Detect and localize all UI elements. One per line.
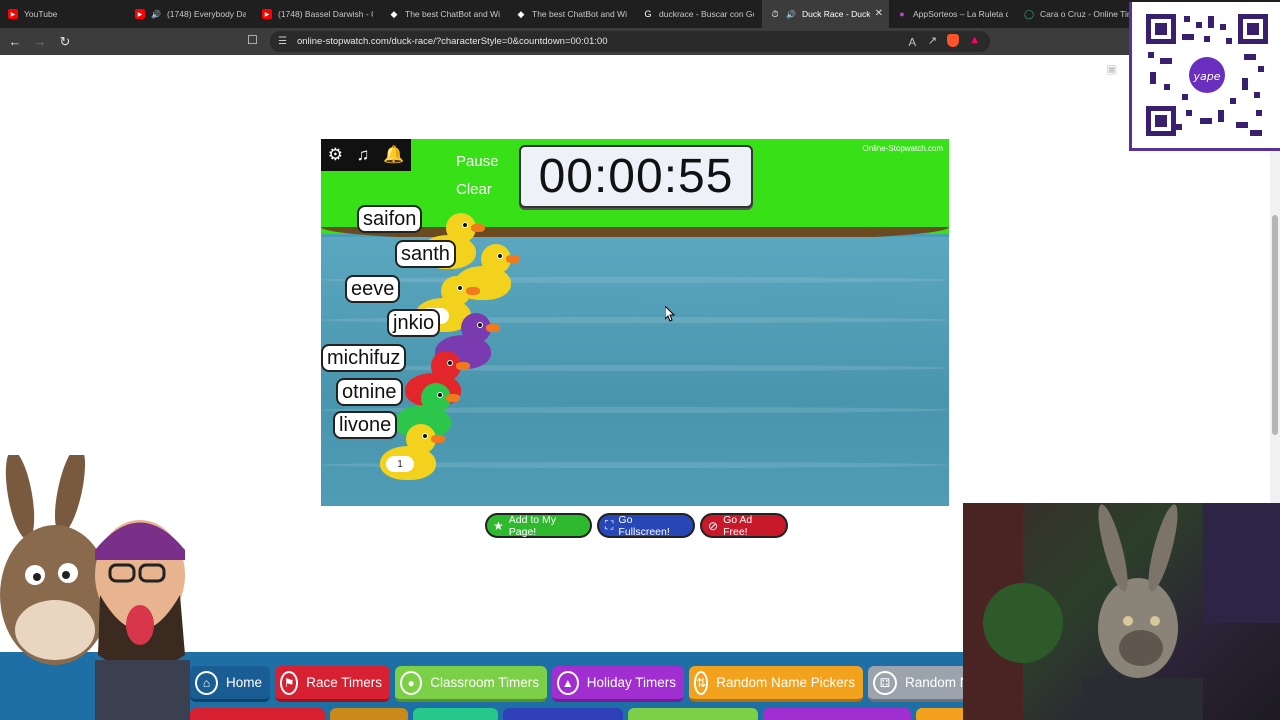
ad-free-label: Go Ad Free! bbox=[723, 513, 753, 538]
category-label: Holiday Timers bbox=[586, 675, 676, 690]
browser-tab[interactable]: Gduckrace - Buscar con Go bbox=[635, 0, 762, 28]
stopwatch-icon: ⏱ bbox=[771, 8, 779, 19]
browser-tab[interactable]: ◆ The best ChatBot and Wid bbox=[508, 0, 635, 28]
browser-tab[interactable]: ⏱ 🔊 Duck Race - Duck ✕ bbox=[762, 0, 889, 28]
no-ads-icon: ⊘ bbox=[708, 518, 719, 533]
mouse-cursor-icon bbox=[665, 306, 675, 322]
chatbot-icon: ◆ bbox=[390, 8, 398, 19]
youtube-icon: ▶ bbox=[8, 9, 18, 19]
category-class-button[interactable]: ● Classroom Timers bbox=[395, 666, 547, 702]
category-race-button[interactable]: ⚑ Race Timers bbox=[275, 666, 390, 702]
qr-code-overlay: yape bbox=[1129, 2, 1280, 151]
back-button[interactable]: ← bbox=[5, 32, 25, 52]
address-bar[interactable]: ☰ online-stopwatch.com/duck-race/?charac… bbox=[270, 31, 990, 52]
settings-icon[interactable]: ⚙ bbox=[328, 145, 343, 165]
category-nav: ⌂ Home ⚑ Race Timers ● Classroom Timers ▲ Holid… bbox=[190, 666, 978, 702]
scrollbar-thumb[interactable] bbox=[1272, 215, 1278, 435]
tab-label: Cara o Cruz - Online Tirar bbox=[1040, 9, 1135, 19]
add-to-page-label: Add to My Page! bbox=[508, 513, 557, 538]
browser-tab[interactable]: ● AppSorteos – La Ruleta de bbox=[889, 0, 1016, 28]
site-settings-icon[interactable]: ☰ bbox=[278, 36, 287, 47]
category-random-button[interactable]: ⚃ Random N bbox=[868, 666, 978, 702]
browser-tab[interactable]: ◆ The best ChatBot and Wid bbox=[381, 0, 508, 28]
close-tab-icon[interactable]: ✕ bbox=[875, 8, 883, 19]
toolbar: ← → ↻ ☐ ☰ online-stopwatch.com/duck-race… bbox=[0, 28, 1280, 76]
bookmark-icon[interactable]: ☐ bbox=[247, 33, 261, 49]
category-label: Classroom Timers bbox=[430, 675, 539, 690]
apple-icon: ● bbox=[400, 670, 423, 695]
category-holiday-button[interactable]: ▲ Holiday Timers bbox=[552, 666, 684, 702]
brand-logo: Online-Stopwatch.com bbox=[862, 144, 943, 153]
action-buttons: ★ Add to My Page! ⛶ Go Fullscreen! ⊘ Go … bbox=[485, 513, 788, 538]
tab-strip: ▶ YouTube ▶ 🔊 (1748) Everybody Dan ▶ (1748) Ba… bbox=[0, 0, 1280, 28]
speaker-icon[interactable]: 🔊 bbox=[151, 10, 161, 19]
duck-name-label: livone bbox=[333, 411, 398, 439]
add-to-page-button[interactable]: ★ Add to My Page! bbox=[485, 513, 592, 538]
music-icon[interactable]: ♫ bbox=[357, 145, 370, 165]
browser-tab[interactable]: ▶ (1748) Bassel Darwish - Cr bbox=[254, 0, 381, 28]
browser-tab[interactable]: ◯ Cara o Cruz - Online Tirar bbox=[1016, 0, 1143, 28]
game-controls: ⚙ ♫ 🔔 bbox=[321, 139, 411, 171]
appsorteos-icon: ● bbox=[899, 9, 905, 19]
dice-icon: ⚃ bbox=[873, 670, 897, 695]
speaker-icon[interactable]: 🔊 bbox=[786, 10, 796, 19]
star-icon: ★ bbox=[493, 518, 504, 533]
duck-name-label: jnkio bbox=[387, 309, 441, 337]
tab-label: duckrace - Buscar con Go bbox=[659, 9, 754, 19]
bell-icon[interactable]: 🔔 bbox=[383, 145, 404, 165]
duck-name-label: eeve bbox=[345, 275, 401, 303]
tab-label: The best ChatBot and Wid bbox=[405, 9, 500, 19]
browser-tab[interactable]: ▶ YouTube bbox=[0, 0, 127, 28]
chatbot-icon: ◆ bbox=[517, 8, 525, 19]
category-label: Home bbox=[225, 675, 262, 690]
clear-button[interactable]: Clear bbox=[456, 181, 492, 198]
tab-label: The best ChatBot and Wid bbox=[532, 9, 627, 19]
browser-tab[interactable]: ▶ 🔊 (1748) Everybody Dan bbox=[127, 0, 254, 28]
duck-name-label: otnine bbox=[336, 378, 403, 406]
category-home-button[interactable]: ⌂ Home bbox=[190, 666, 270, 702]
category-label: Random Name Pickers bbox=[716, 675, 855, 690]
sidebar-toggle-icon[interactable]: ▣ bbox=[1106, 62, 1117, 76]
tab-label: (1748) Bassel Darwish - Cr bbox=[278, 9, 373, 19]
category-nav-second-row bbox=[190, 708, 976, 720]
runner-icon: ⚑ bbox=[280, 670, 299, 695]
tab-label: AppSorteos – La Ruleta de bbox=[913, 9, 1008, 19]
youtube-icon: ▶ bbox=[262, 9, 272, 19]
forward-button[interactable]: → bbox=[30, 32, 50, 52]
duck-number: 1 bbox=[386, 456, 414, 472]
duck-name-label: saifon bbox=[357, 205, 423, 233]
share-icon[interactable]: ↗ bbox=[928, 34, 937, 50]
fullscreen-icon: ⛶ bbox=[605, 518, 614, 532]
qr-code-icon: yape bbox=[1146, 14, 1268, 136]
fullscreen-label: Go Fullscreen! bbox=[618, 513, 670, 538]
qr-brand-text: yape bbox=[1192, 70, 1220, 83]
url-text: online-stopwatch.com/duck-race/?characte… bbox=[296, 36, 608, 47]
reload-button[interactable]: ↻ bbox=[55, 32, 75, 52]
category-label: Random N bbox=[905, 675, 970, 690]
google-icon: G bbox=[644, 9, 652, 19]
duck-name-label: santh bbox=[395, 240, 456, 268]
duck-name-label: michifuz bbox=[321, 344, 407, 372]
tab-label: (1748) Everybody Dan bbox=[166, 9, 246, 19]
tree-icon: ▲ bbox=[557, 670, 579, 695]
duck-race-game[interactable]: ⚙ ♫ 🔔 Pause Clear 00:00:55 Online-Stopwa… bbox=[321, 139, 949, 506]
category-label: Race Timers bbox=[306, 675, 382, 690]
tab-label: Duck Race - Duck bbox=[801, 9, 871, 19]
ad-free-button[interactable]: ⊘ Go Ad Free! bbox=[700, 513, 788, 538]
countdown-timer: 00:00:55 bbox=[519, 145, 753, 208]
category-names-button[interactable]: ⇅ Random Name Pickers bbox=[689, 666, 863, 702]
fullscreen-button[interactable]: ⛶ Go Fullscreen! bbox=[597, 513, 695, 538]
tab-label: YouTube bbox=[24, 9, 58, 19]
webcam-overlay bbox=[963, 503, 1280, 720]
brave-shield-icon[interactable] bbox=[947, 34, 960, 47]
translate-icon[interactable]: Ａ bbox=[907, 34, 918, 50]
webcam-image bbox=[963, 503, 1280, 720]
youtube-icon: ▶ bbox=[135, 9, 145, 19]
shuffle-icon: ⇅ bbox=[694, 670, 709, 695]
pause-button[interactable]: Pause bbox=[456, 153, 499, 170]
coin-icon: ◯ bbox=[1023, 8, 1035, 19]
donkey-mascot-image bbox=[0, 455, 190, 720]
rewards-icon[interactable]: ▲ bbox=[969, 34, 980, 50]
screen: { "browser": { "tabs": [ {"label": "YouT… bbox=[0, 0, 1280, 720]
